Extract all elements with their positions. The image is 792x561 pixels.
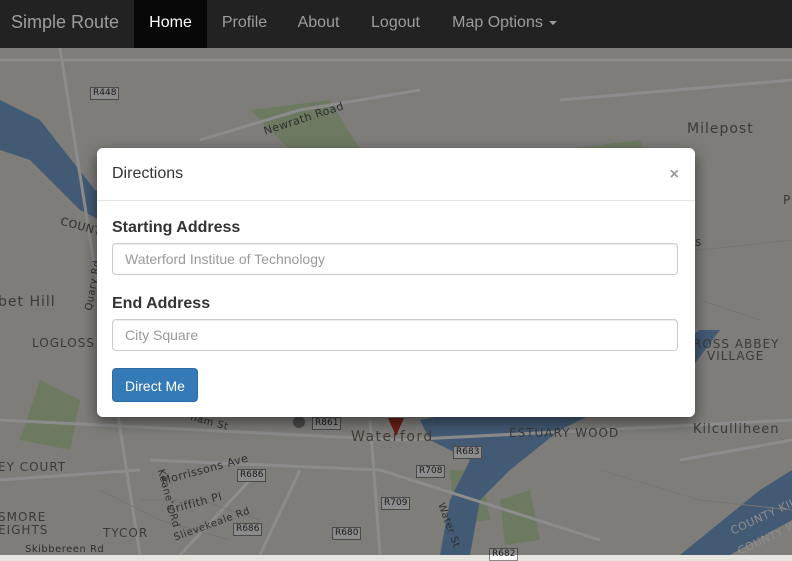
modal-header: Directions × bbox=[97, 148, 695, 201]
nav-map-options[interactable]: Map Options bbox=[436, 0, 573, 48]
start-address-input[interactable] bbox=[112, 243, 678, 275]
navbar: Simple Route Home Profile About Logout M… bbox=[0, 0, 792, 48]
direct-me-button[interactable]: Direct Me bbox=[112, 368, 198, 402]
nav-logout[interactable]: Logout bbox=[355, 0, 436, 48]
close-icon[interactable]: × bbox=[670, 166, 679, 184]
nav-home[interactable]: Home bbox=[134, 0, 207, 48]
nav-about[interactable]: About bbox=[282, 0, 355, 48]
directions-modal: Directions × Starting Address End Addres… bbox=[97, 148, 695, 417]
end-address-input[interactable] bbox=[112, 319, 678, 351]
nav-profile[interactable]: Profile bbox=[207, 0, 282, 48]
brand-link[interactable]: Simple Route bbox=[11, 12, 119, 33]
start-address-label: Starting Address bbox=[112, 219, 241, 236]
caret-down-icon bbox=[548, 20, 557, 25]
nav-map-options-label: Map Options bbox=[452, 14, 543, 31]
modal-title: Directions bbox=[112, 165, 184, 182]
end-address-label: End Address bbox=[112, 295, 211, 312]
